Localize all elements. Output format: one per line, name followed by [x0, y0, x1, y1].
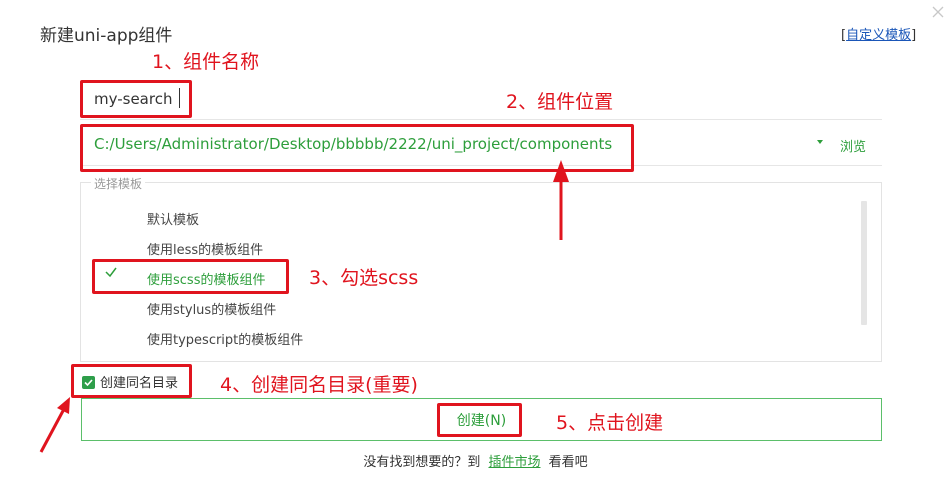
- arrow-up-icon: [553, 160, 569, 240]
- annotation-arrows: [39, 160, 569, 453]
- arrow-diagonal-icon: [39, 397, 70, 453]
